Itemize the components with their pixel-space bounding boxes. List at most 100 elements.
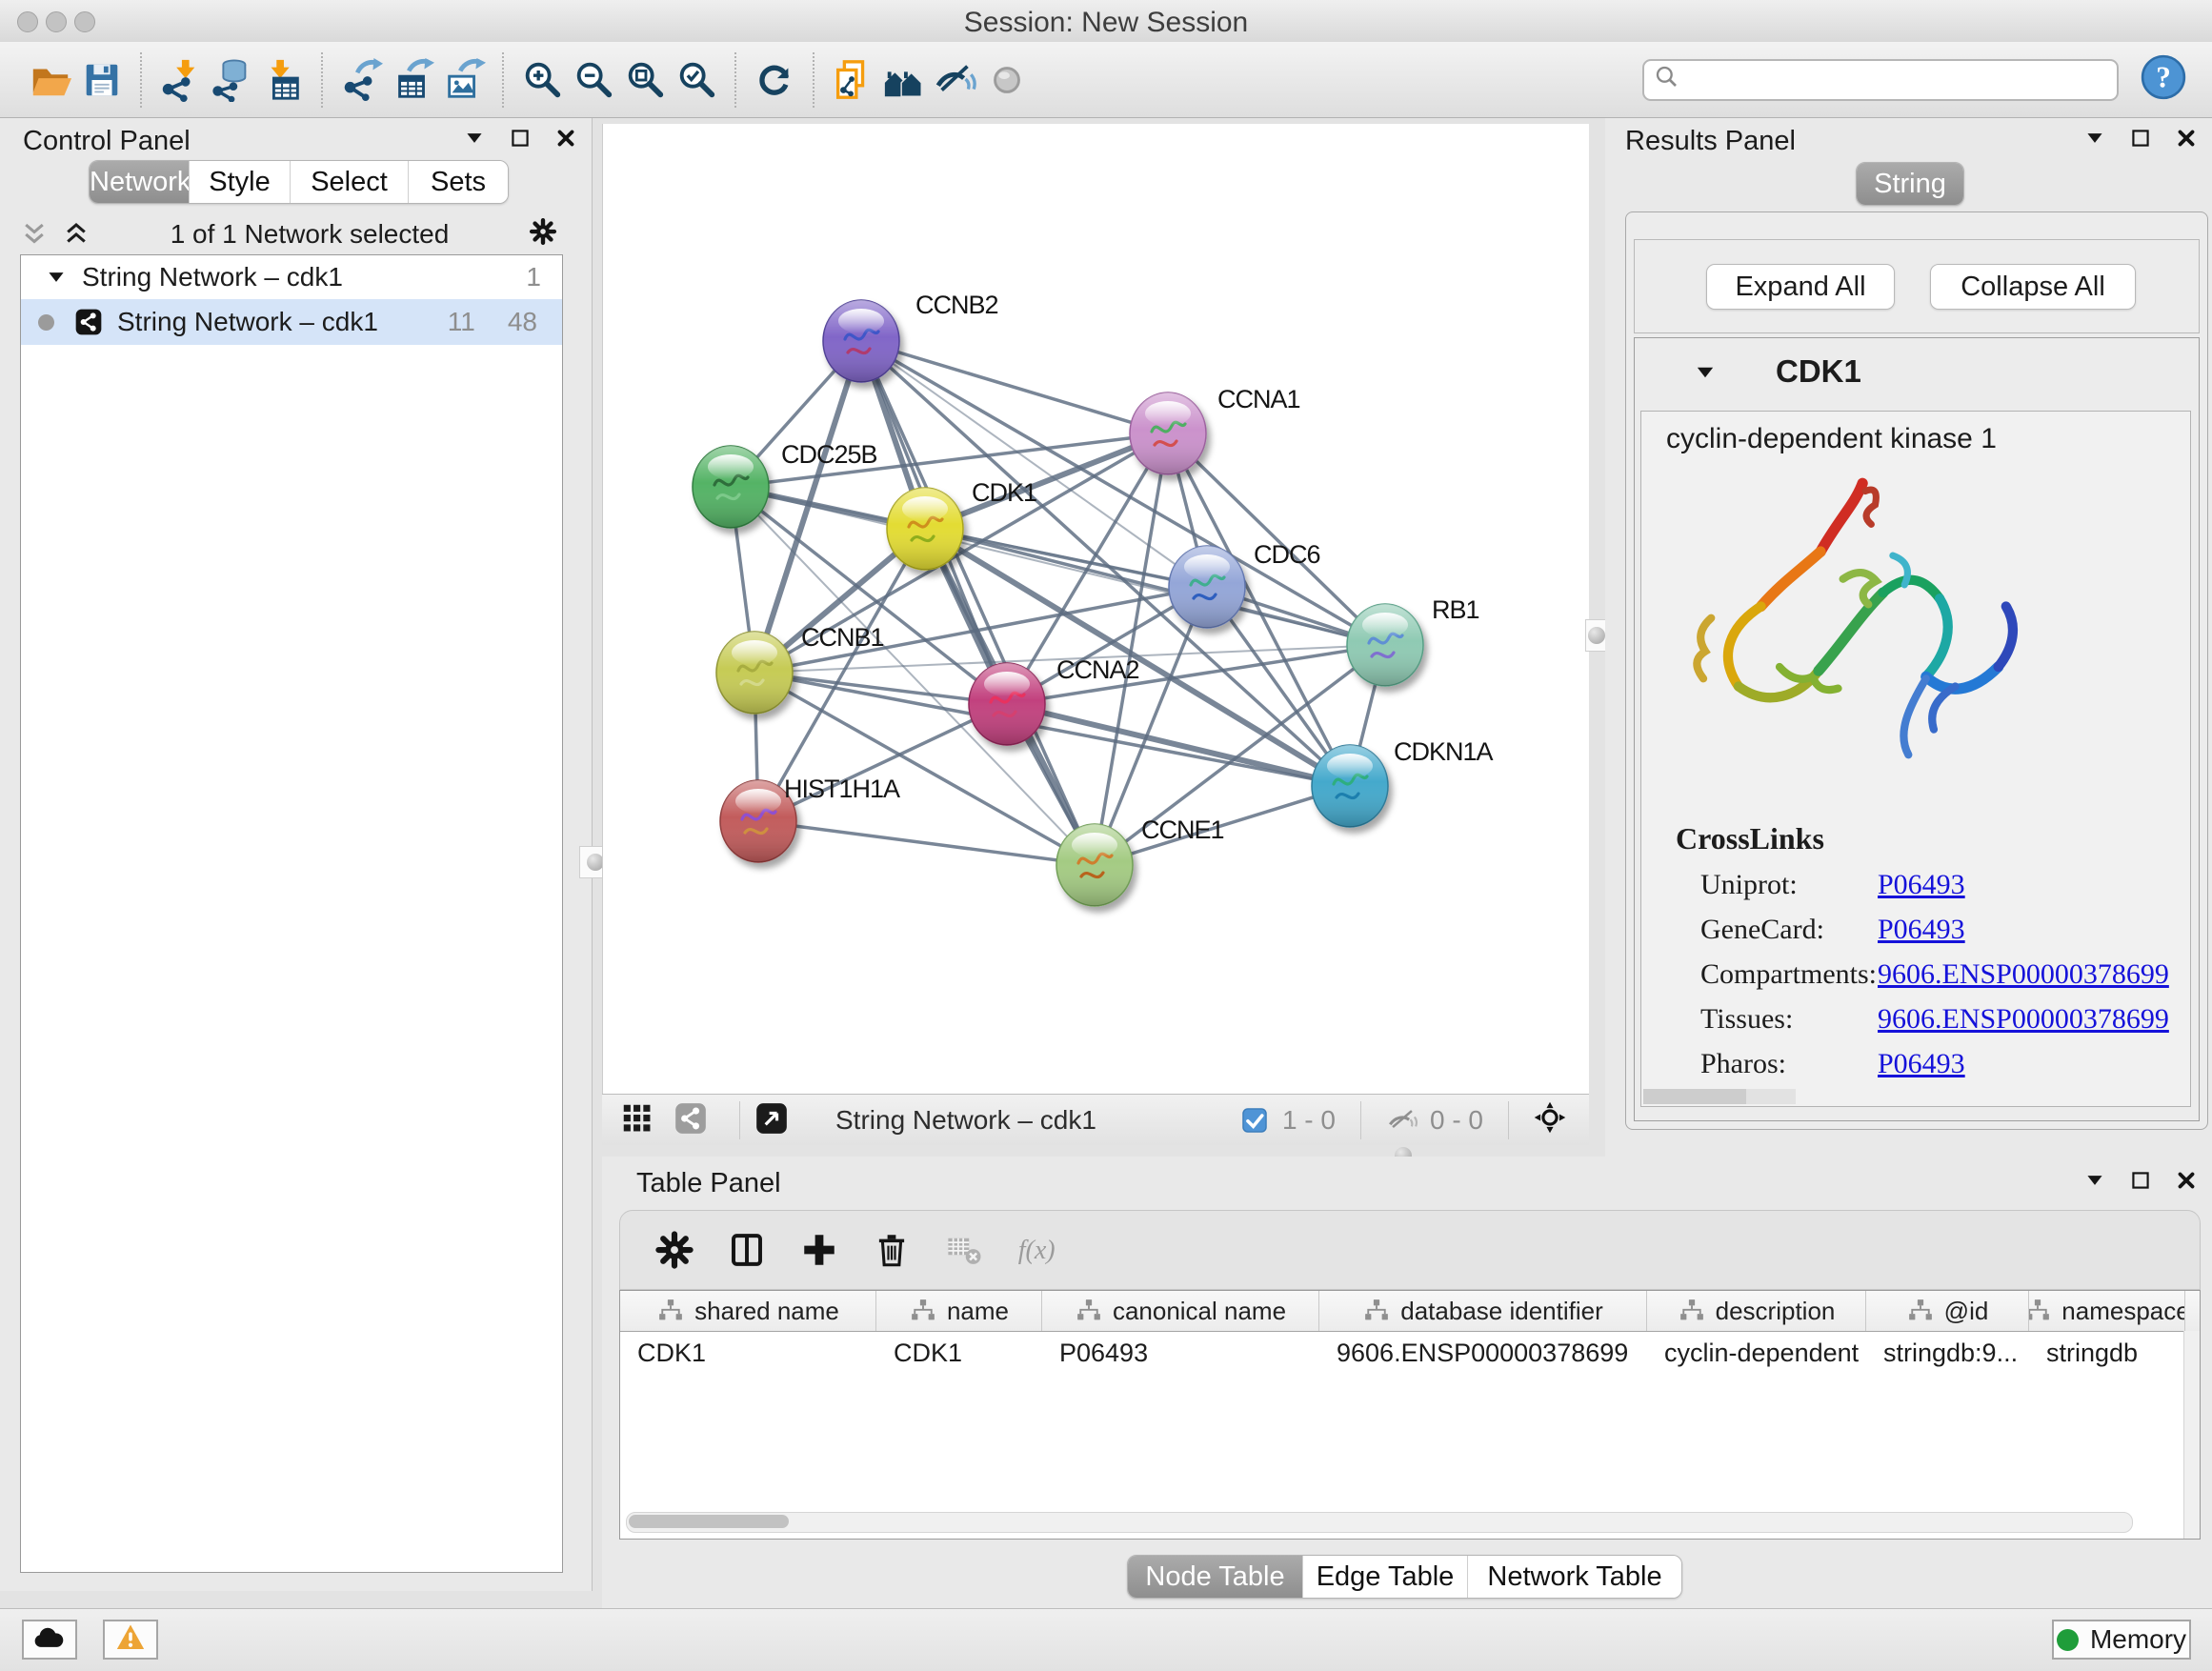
global-search[interactable]: [1642, 59, 2119, 101]
collapse-all-icon[interactable]: [20, 220, 49, 249]
tab-sets[interactable]: Sets: [408, 161, 508, 203]
close-panel-icon[interactable]: [2174, 126, 2199, 151]
node-CDK1[interactable]: [887, 488, 963, 570]
close-panel-icon[interactable]: [553, 126, 578, 151]
column-header-description[interactable]: description: [1647, 1291, 1866, 1331]
network-overview-icon[interactable]: [673, 1100, 713, 1140]
column-header-canonical-name[interactable]: canonical name: [1042, 1291, 1319, 1331]
edge-CCNA2-HIST1H1A[interactable]: [758, 704, 1007, 821]
table-cell[interactable]: cyclin-dependent ...: [1647, 1332, 1866, 1374]
node-CCNB1[interactable]: [716, 632, 793, 714]
cloud-status-button[interactable]: [22, 1620, 77, 1660]
results-hscrollbar[interactable]: [1643, 1089, 1796, 1104]
node-CCNB2[interactable]: [823, 300, 899, 382]
collapse-all-button[interactable]: Collapse All: [1930, 264, 2136, 310]
float-panel-icon[interactable]: [2082, 126, 2107, 151]
network-options-gear-icon[interactable]: [529, 217, 563, 252]
close-panel-icon[interactable]: [2174, 1168, 2199, 1193]
table-cell[interactable]: CDK1: [620, 1332, 876, 1374]
gene-section-header[interactable]: CDK1: [1635, 338, 2199, 407]
maximize-panel-icon[interactable]: [508, 126, 533, 151]
zoom-out-button[interactable]: [568, 53, 619, 107]
column-header-shared-name[interactable]: shared name: [620, 1291, 876, 1331]
maximize-panel-icon[interactable]: [2128, 126, 2153, 151]
tab-node-table[interactable]: Node Table: [1128, 1556, 1302, 1598]
warnings-button[interactable]: [103, 1620, 158, 1660]
tab-edge-table[interactable]: Edge Table: [1302, 1556, 1467, 1598]
node-CDKN1A[interactable]: [1312, 745, 1388, 827]
expand-all-icon[interactable]: [62, 220, 90, 249]
tab-style[interactable]: Style: [189, 161, 290, 203]
table-hscrollbar[interactable]: [626, 1512, 2133, 1533]
node-table[interactable]: shared namenamecanonical namedatabase id…: [619, 1290, 2201, 1540]
import-network-button[interactable]: [154, 53, 206, 107]
fit-selected-crosshair-icon[interactable]: [1534, 1101, 1572, 1139]
birds-eye-view-icon[interactable]: [619, 1100, 659, 1140]
show-columns-icon[interactable]: [727, 1230, 767, 1270]
detach-view-icon[interactable]: [754, 1100, 794, 1140]
hide-panel-button[interactable]: [930, 53, 981, 107]
import-database-button[interactable]: [206, 53, 257, 107]
column-header--id[interactable]: @id: [1866, 1291, 2029, 1331]
crosslink-link[interactable]: 9606.ENSP00000378699: [1878, 1003, 2169, 1036]
node-CCNA2[interactable]: [969, 663, 1045, 745]
node-RB1[interactable]: [1347, 604, 1423, 686]
selected-items-checkbox-icon[interactable]: [1238, 1104, 1271, 1137]
column-header-database-identifier[interactable]: database identifier: [1319, 1291, 1647, 1331]
memory-button[interactable]: Memory: [2052, 1620, 2191, 1660]
zoom-in-button[interactable]: [516, 53, 568, 107]
network-collection-row[interactable]: String Network – cdk1 1: [21, 255, 562, 299]
trash-icon: [872, 1230, 912, 1270]
refresh-view-button[interactable]: [749, 53, 800, 107]
table-cell[interactable]: P06493: [1042, 1332, 1319, 1374]
table-row[interactable]: CDK1CDK1P064939606.ENSP00000378699cyclin…: [620, 1332, 2200, 1374]
inactive-sphere-button[interactable]: [981, 53, 1033, 107]
node-CCNA1[interactable]: [1130, 393, 1206, 474]
crosslink-link[interactable]: P06493: [1878, 914, 1965, 946]
tab-network[interactable]: Network: [90, 161, 189, 203]
float-panel-icon[interactable]: [462, 126, 487, 151]
column-header-name[interactable]: name: [876, 1291, 1042, 1331]
export-table-button[interactable]: [387, 53, 438, 107]
table-cell[interactable]: CDK1: [876, 1332, 1042, 1374]
tab-select[interactable]: Select: [290, 161, 408, 203]
delete-column-icon[interactable]: [872, 1230, 912, 1270]
network-graph[interactable]: CCNB2CCNA1CDC25BCDK1CDC6RB1CCNB1CCNA2CDK…: [603, 124, 1588, 1092]
export-network-button[interactable]: [335, 53, 387, 107]
edge-CCNB2-CCNA1[interactable]: [861, 341, 1168, 433]
crosslink-link[interactable]: P06493: [1878, 869, 1965, 901]
export-image-button[interactable]: [438, 53, 490, 107]
section-collapse-icon[interactable]: [1692, 359, 1719, 386]
hidden-items-icon[interactable]: [1386, 1104, 1418, 1137]
float-panel-icon[interactable]: [2082, 1168, 2107, 1193]
maximize-panel-icon[interactable]: [2128, 1168, 2153, 1193]
table-cell[interactable]: stringdb:9...: [1866, 1332, 2029, 1374]
save-session-button[interactable]: [76, 53, 128, 107]
node-CDC25B[interactable]: [693, 446, 769, 528]
zoom-fit-button[interactable]: [619, 53, 671, 107]
edge-HIST1H1A-CCNE1[interactable]: [758, 821, 1095, 865]
help-button[interactable]: ?: [2140, 56, 2187, 104]
import-table-button[interactable]: [257, 53, 309, 107]
results-tab-string[interactable]: String: [1856, 162, 1964, 206]
collection-expand-icon[interactable]: [44, 265, 69, 290]
crosslink-link[interactable]: 9606.ENSP00000378699: [1878, 958, 2169, 991]
crosslink-link[interactable]: P06493: [1878, 1048, 1965, 1080]
add-column-icon[interactable]: [799, 1230, 839, 1270]
zoom-selected-button[interactable]: [671, 53, 722, 107]
table-cell[interactable]: stringdb: [2029, 1332, 2185, 1374]
search-input[interactable]: [1682, 64, 2117, 95]
node-CCNE1[interactable]: [1056, 824, 1133, 906]
table-options-gear-icon[interactable]: [654, 1230, 694, 1270]
column-header-namespace[interactable]: namespace: [2029, 1291, 2185, 1331]
network-row-selected[interactable]: String Network – cdk1 11 48: [21, 299, 562, 345]
clone-network-button[interactable]: [827, 53, 878, 107]
node-CDC6[interactable]: [1169, 546, 1245, 628]
open-session-button[interactable]: [25, 53, 76, 107]
expand-all-button[interactable]: Expand All: [1706, 264, 1895, 310]
network-canvas[interactable]: CCNB2CCNA1CDC25BCDK1CDC6RB1CCNB1CCNA2CDK…: [602, 124, 1589, 1094]
table-cell[interactable]: 9606.ENSP00000378699: [1319, 1332, 1647, 1374]
table-vscrollbar[interactable]: [2183, 1331, 2200, 1539]
string-home-button[interactable]: [878, 53, 930, 107]
tab-network-table[interactable]: Network Table: [1467, 1556, 1681, 1598]
